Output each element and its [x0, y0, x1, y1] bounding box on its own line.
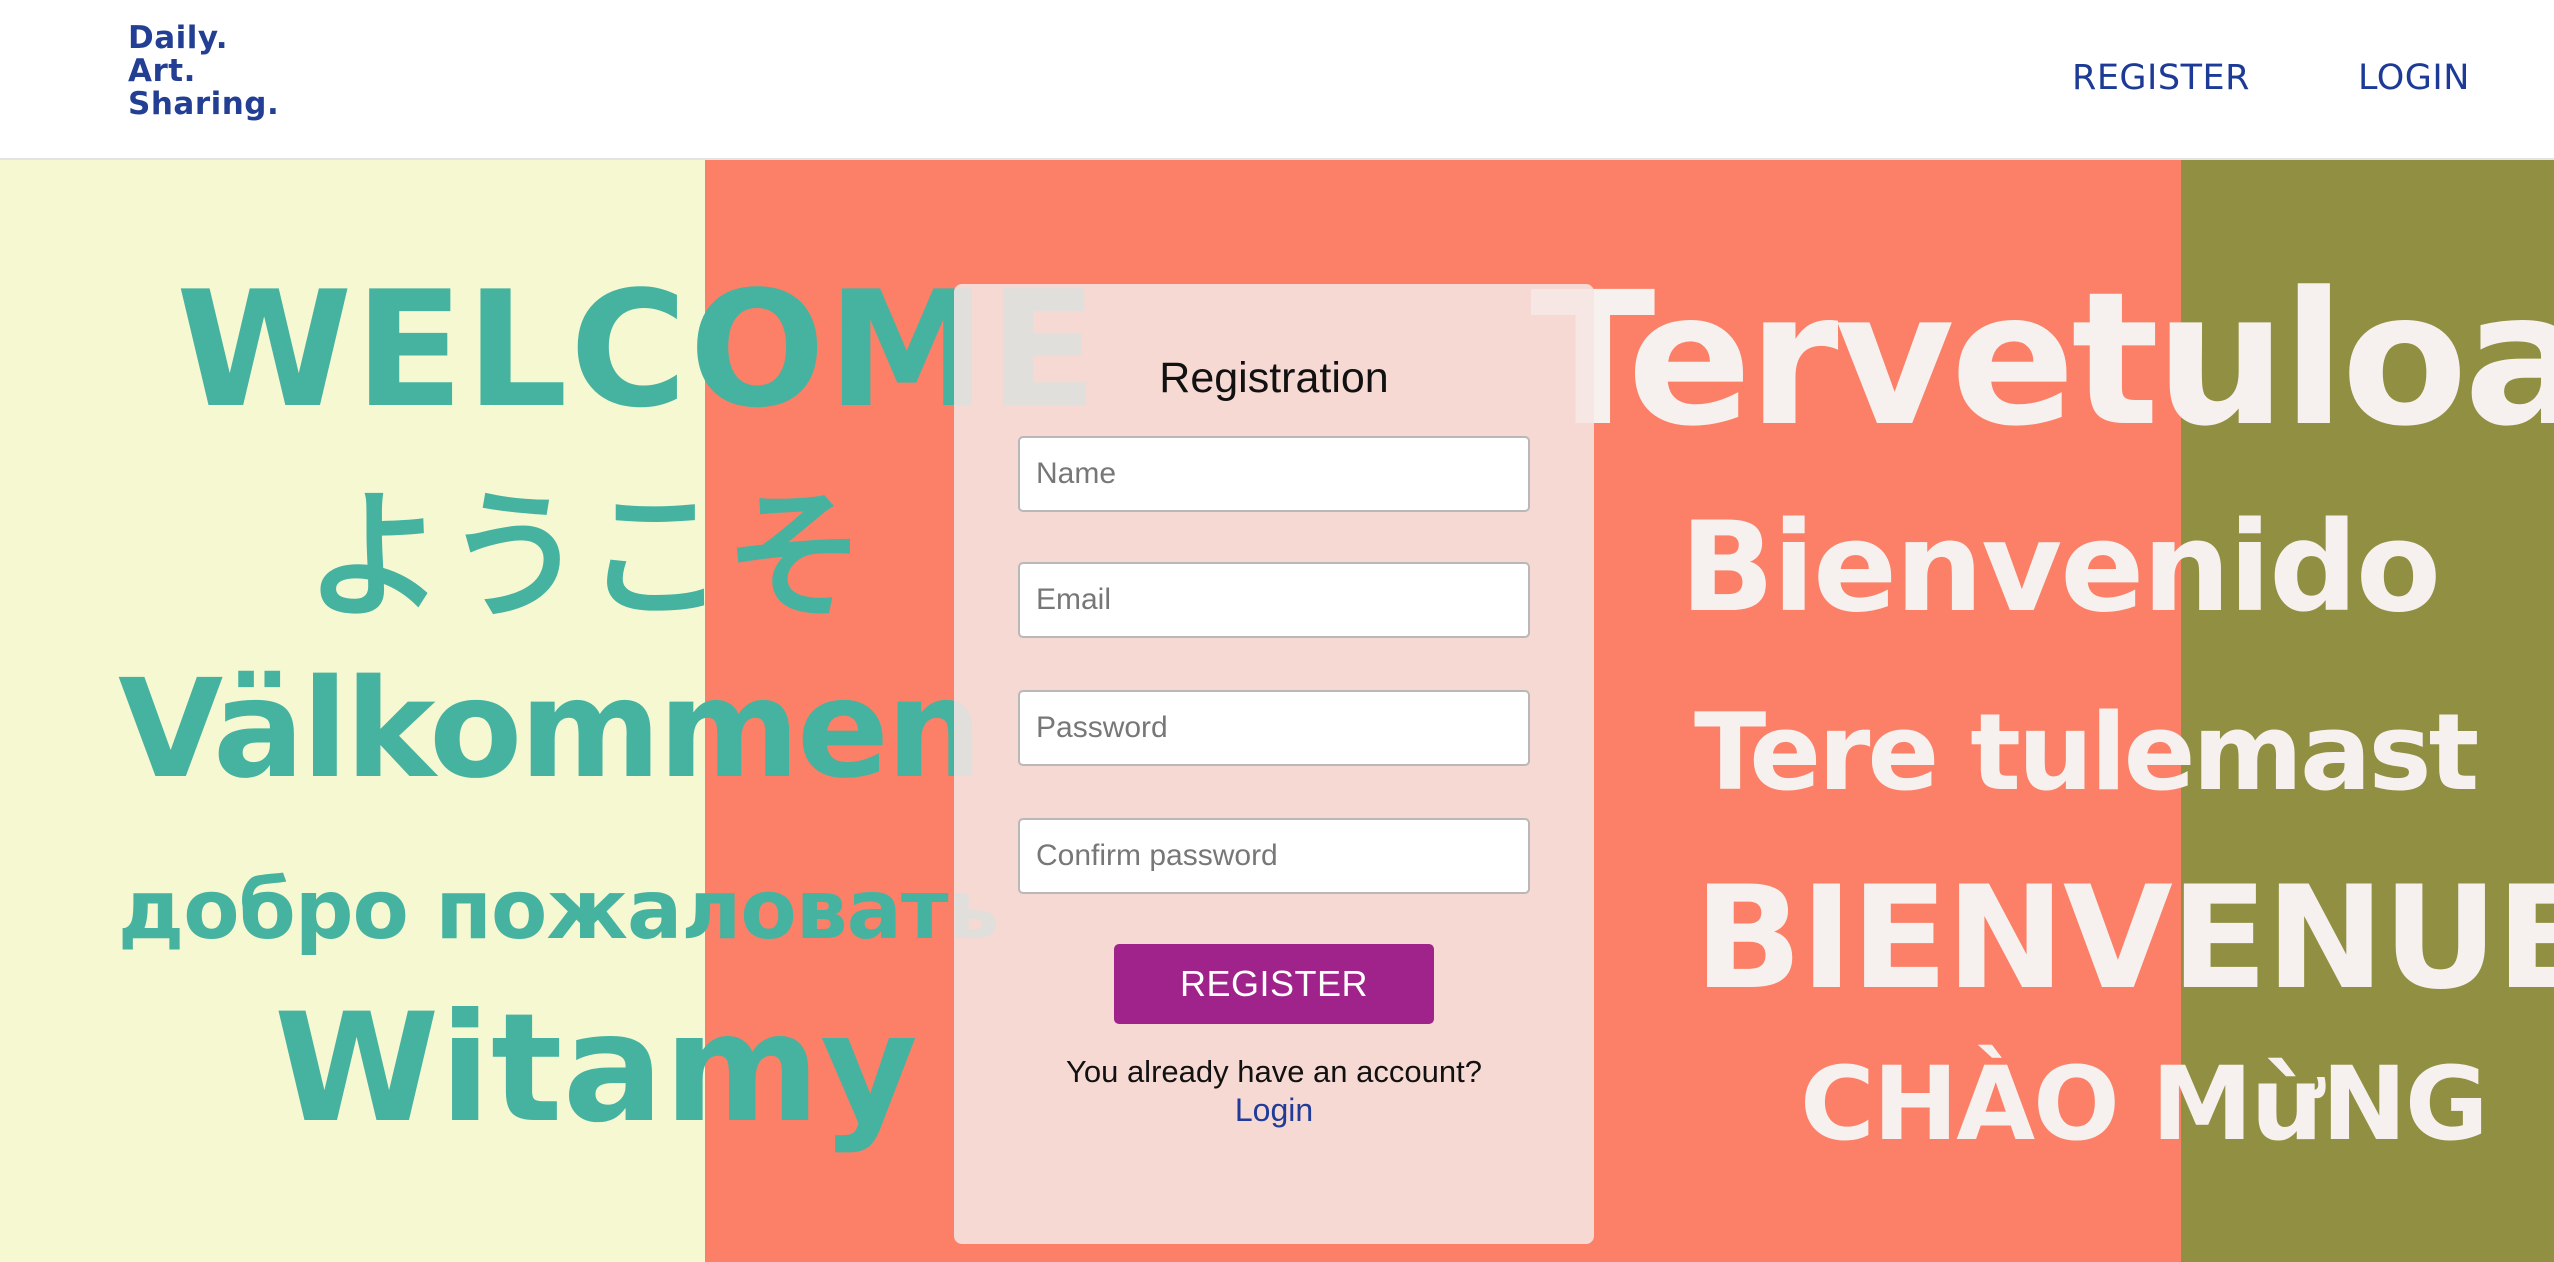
name-input[interactable] — [1018, 436, 1530, 512]
welcome-word-polish: Witamy — [274, 982, 918, 1156]
welcome-word-swedish: Välkommen — [118, 651, 983, 809]
logo-line-sharing: Sharing. — [128, 86, 280, 122]
registration-title: Registration — [1159, 354, 1389, 402]
password-input[interactable] — [1018, 690, 1530, 766]
welcome-word-spanish: Bienvenido — [1680, 496, 2441, 640]
logo[interactable]: Daily. Art. Sharing. — [128, 22, 279, 121]
welcome-word-finnish: Tervetuloa — [1530, 253, 2554, 467]
welcome-word-vietnamese: CHÀO MừNG — [1800, 1045, 2489, 1164]
nav-login-link[interactable]: LOGIN — [2358, 58, 2470, 98]
register-button[interactable]: REGISTER — [1114, 944, 1434, 1024]
top-header: Daily. Art. Sharing. REGISTER LOGIN — [0, 0, 2554, 160]
logo-line-art: Art. — [128, 53, 196, 89]
welcome-word-russian: добро пожаловать — [118, 863, 999, 958]
welcome-word-french: BIENVENUE — [1694, 856, 2554, 1021]
email-input[interactable] — [1018, 562, 1530, 638]
welcome-word-japanese: ようこそ — [305, 476, 866, 639]
registration-panel: Registration REGISTER You already have a… — [954, 284, 1594, 1244]
welcome-word-estonian: Tere tulemast — [1694, 691, 2479, 814]
already-have-account-text: You already have an account? — [1066, 1054, 1482, 1089]
logo-line-daily: Daily. — [128, 20, 229, 56]
confirm-password-input[interactable] — [1018, 818, 1530, 894]
login-link[interactable]: Login — [954, 1092, 1594, 1129]
nav-register-link[interactable]: REGISTER — [2072, 58, 2250, 98]
